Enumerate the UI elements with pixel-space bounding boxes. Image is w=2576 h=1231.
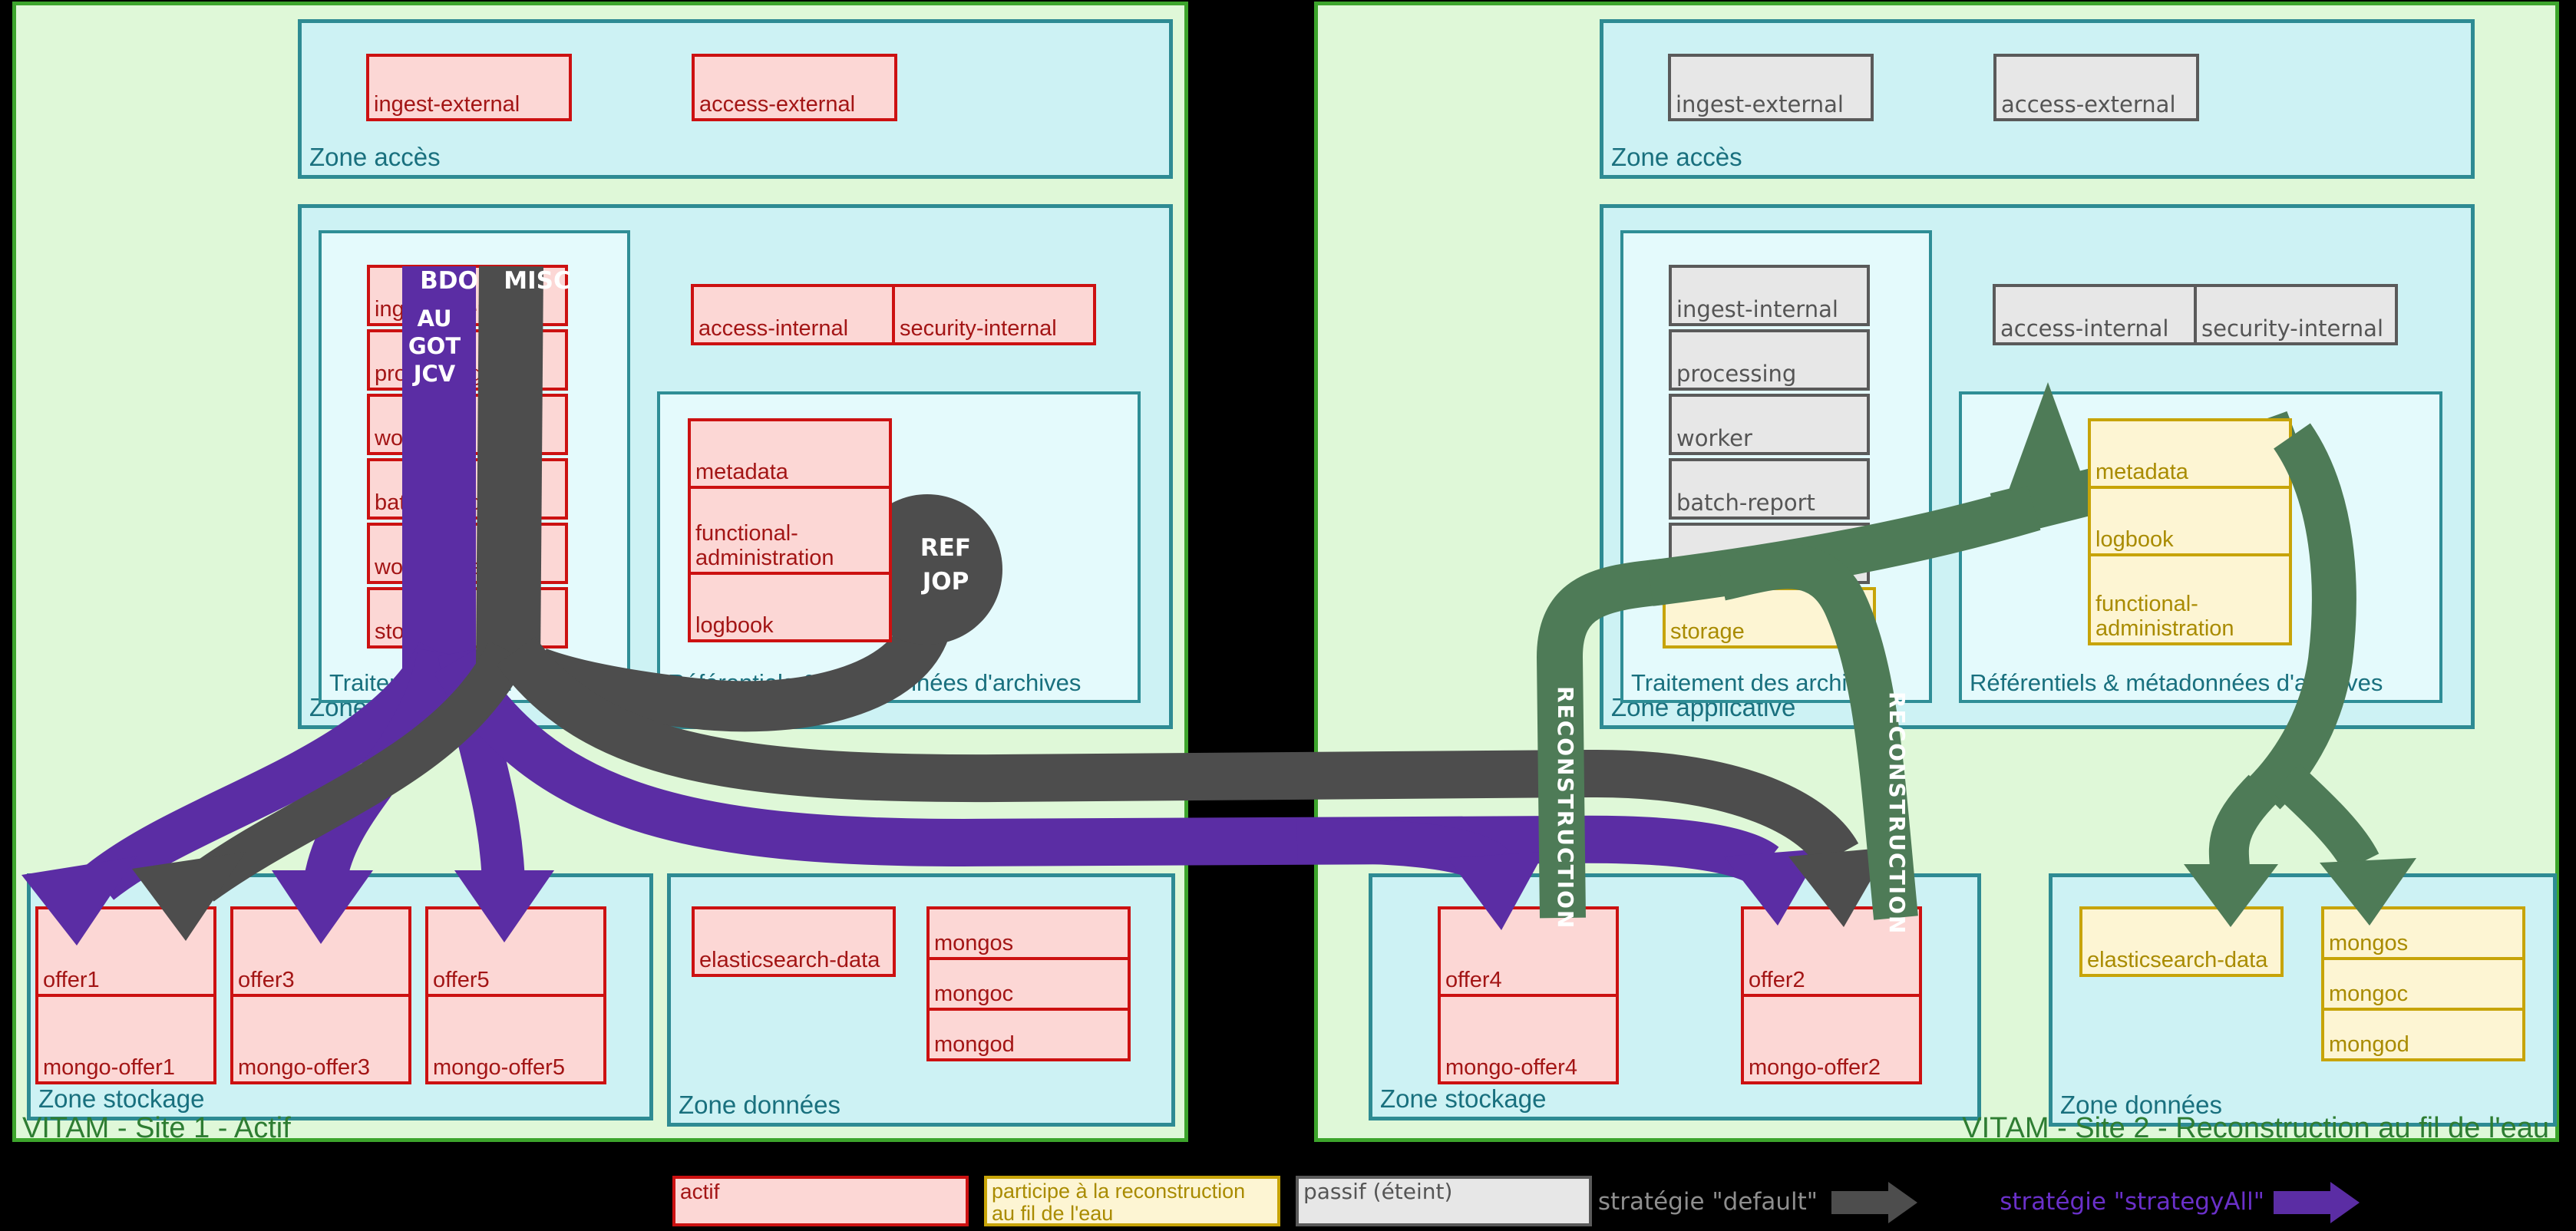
reconstruction-label-offer4: RECONSTRUCTION (1553, 686, 1578, 930)
reconstruction-label-offer2: RECONSTRUCTION (1884, 691, 1910, 936)
got-flow-label: GOT (408, 333, 461, 359)
misc-flow-label: MISC (504, 267, 571, 295)
reconstruction-green-arrowheads (2184, 858, 2416, 927)
jop-flow-label: JOP (922, 568, 969, 596)
jcv-flow-label: JCV (413, 361, 456, 387)
bdo-flow-label: BDO (420, 267, 478, 295)
vitam-dual-site-diagram: Zone accès Zone applicative Traitement d… (0, 0, 2576, 1231)
au-flow-label: AU (417, 305, 452, 332)
ref-flow-label: REF (920, 534, 972, 562)
strategy-all-purple-arrowheads (21, 849, 2360, 1223)
arrows-over-layer (21, 266, 2416, 1223)
strategy-default-gray-arrowheads (132, 847, 1917, 1223)
